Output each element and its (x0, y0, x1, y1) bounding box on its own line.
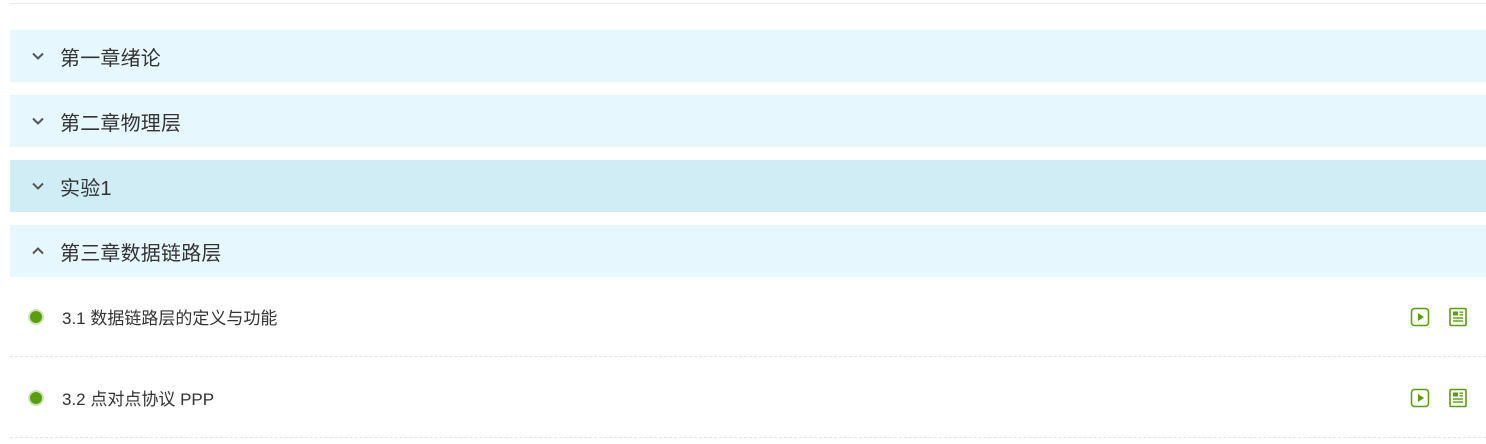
lesson-title[interactable]: 3.1 数据链路层的定义与功能 (62, 304, 277, 329)
chapter-title: 实验1 (60, 177, 112, 200)
top-divider (10, 3, 1486, 4)
play-video-icon[interactable] (1410, 388, 1430, 408)
chevron-down-icon (31, 179, 45, 193)
play-video-icon[interactable] (1410, 307, 1430, 327)
lesson-actions (1410, 358, 1468, 437)
lesson-item[interactable]: 3.2 点对点协议 PPP (10, 358, 1486, 438)
completed-status-dot (30, 310, 42, 323)
chevron-up-icon (31, 244, 45, 258)
completed-status-dot (30, 391, 42, 404)
course-catalog: 第一章绪论 第二章物理层 实验1 第三章数据链路层 3.1 数据链路层的定义与功… (0, 0, 1486, 444)
chevron-down-icon (31, 114, 45, 128)
lesson-actions (1410, 277, 1468, 356)
chapter-title: 第三章数据链路层 (60, 242, 222, 265)
chevron-down-icon (31, 49, 45, 63)
chapter-header[interactable]: 第二章物理层 (10, 95, 1486, 147)
chapter-header[interactable]: 第一章绪论 (10, 30, 1486, 82)
lesson-title[interactable]: 3.2 点对点协议 PPP (62, 385, 214, 410)
chapter-title: 第二章物理层 (60, 112, 182, 135)
lesson-item[interactable]: 3.1 数据链路层的定义与功能 (10, 277, 1486, 357)
chapter-title: 第一章绪论 (60, 47, 161, 70)
chapter-header[interactable]: 实验1 (10, 160, 1486, 212)
document-icon[interactable] (1448, 307, 1468, 327)
document-icon[interactable] (1448, 388, 1468, 408)
chapter-header[interactable]: 第三章数据链路层 (10, 225, 1486, 277)
